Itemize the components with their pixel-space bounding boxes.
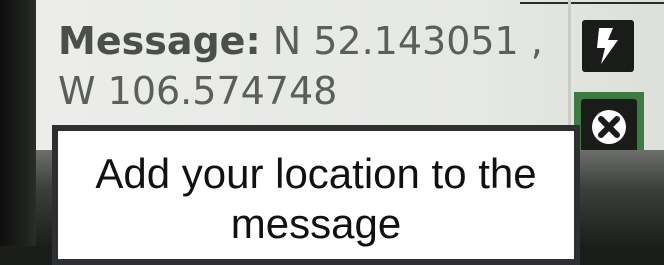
top-rule xyxy=(520,2,664,4)
message-text: Message: N 52.143051 , W 106.574748 xyxy=(58,16,558,126)
close-button[interactable] xyxy=(581,99,637,155)
lightning-icon xyxy=(597,28,618,64)
close-icon xyxy=(592,110,626,144)
flash-button[interactable] xyxy=(582,20,634,72)
device-bezel xyxy=(0,0,36,246)
message-label: Message: xyxy=(58,19,261,63)
caption-text: Add your location to the message xyxy=(95,150,537,247)
tutorial-caption: Add your location to the message xyxy=(52,125,580,265)
